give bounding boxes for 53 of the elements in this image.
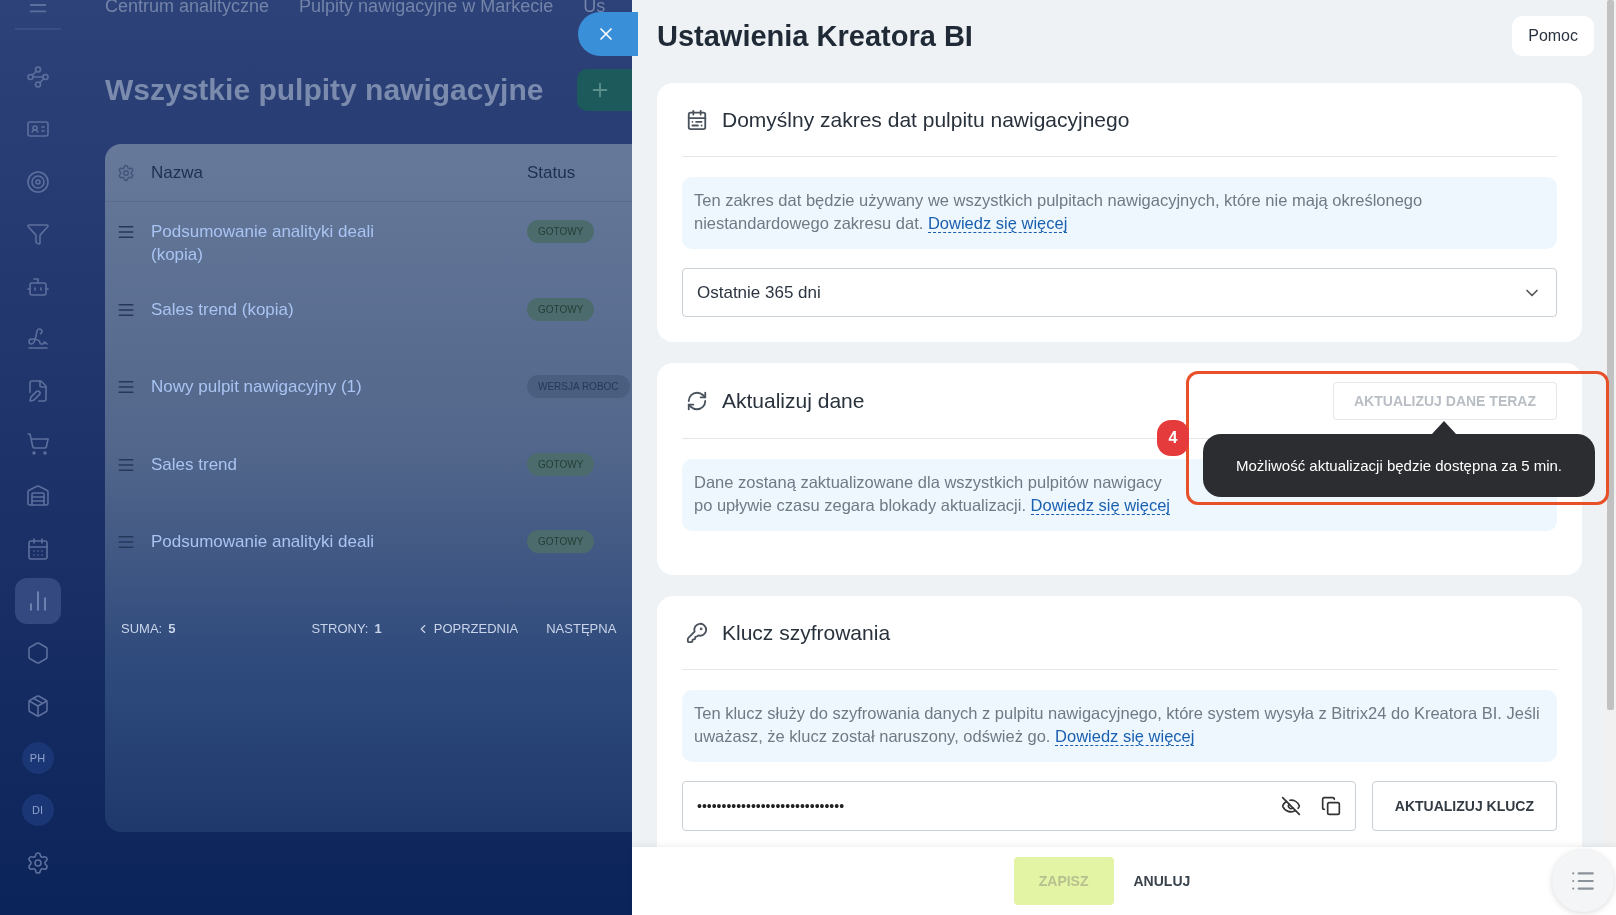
settings-icon[interactable]: [117, 163, 135, 182]
signature-icon: [25, 326, 50, 351]
breadcrumb-link[interactable]: Us: [583, 0, 606, 16]
date-range-select[interactable]: Ostatnie 365 dni: [682, 268, 1557, 317]
target-icon: [25, 169, 50, 194]
dashboard-link[interactable]: Nowy pulpit nawigacyjny (1): [151, 375, 401, 399]
pages-count: 1: [374, 621, 382, 637]
warehouse-icon: [25, 484, 50, 509]
section-title: Domyślny zakres dat pulpitu nawigacyjnego: [722, 107, 1131, 132]
dashboard-link[interactable]: Podsumowanie analityki deali: [151, 530, 401, 554]
previous-link[interactable]: POPRZEDNIA: [415, 621, 519, 637]
total-count: 5: [168, 621, 176, 637]
cancel-button[interactable]: ANULUJ: [1129, 873, 1195, 889]
refresh-icon: [686, 389, 708, 412]
add-button[interactable]: [577, 69, 632, 111]
next-link[interactable]: NASTĘPNA: [546, 621, 617, 637]
learn-more-link[interactable]: Dowiedz się więcej: [1030, 496, 1170, 515]
box-icon: [25, 693, 50, 718]
copy-icon[interactable]: [1320, 796, 1341, 816]
nodes-icon: [25, 65, 50, 89]
section-title: Aktualizuj dane: [722, 388, 866, 413]
funnel-icon: [25, 222, 50, 247]
tooltip: Możliwość aktualizacji będzie dostępna za 5 min.: [1203, 434, 1595, 497]
key-icon: [686, 621, 708, 644]
total-label: SUMA:: [121, 621, 163, 637]
drag-handle-icon[interactable]: [117, 223, 135, 241]
settings-icon: [25, 850, 50, 875]
sidebar-item[interactable]: [14, 577, 61, 624]
info-text: Ten zakres dat będzie używany we wszystkich pulpitach nawigacyjnych, które nie mają określonego niestandardowego zakresu dat. Dowiedz się więcej: [682, 177, 1557, 249]
close-button[interactable]: [578, 12, 638, 56]
update-key-button[interactable]: AKTUALIZUJ KLUCZ: [1371, 781, 1557, 831]
learn-more-link[interactable]: Dowiedz się więcej: [1055, 727, 1195, 746]
column-header[interactable]: Nazwa: [151, 162, 527, 183]
calendar-icon: [686, 108, 708, 131]
learn-more-link[interactable]: Dowiedz się więcej: [927, 214, 1068, 233]
info-text: Ten klucz służy do szyfrowania danych z pulpitu nawigacyjnego, które system wysyła z Bitrix24 do Kreatora BI. Jeśli uważasz, że klucz został naruszony, odśwież go. Dowiedz się więcej: [682, 690, 1557, 762]
annotation-badge: 4: [1157, 420, 1189, 456]
eye-slash-icon[interactable]: [1280, 796, 1301, 816]
panel-title: Ustawienia Kreatora BI: [657, 19, 973, 53]
calendar-icon: [25, 536, 50, 561]
dashboard-link[interactable]: Sales trend (kopia): [151, 297, 401, 321]
dashboard-link[interactable]: Podsumowanie analityki deali (kopia): [151, 220, 401, 266]
help-button[interactable]: Pomoc: [1512, 16, 1594, 56]
dashboard-link[interactable]: Sales trend: [151, 452, 401, 476]
pages-label: STRONY:: [311, 621, 369, 637]
hexagon-icon: [25, 641, 50, 666]
page-title: Wszystkie pulpity nawigacyjne: [105, 73, 544, 107]
cart-icon: [25, 431, 50, 456]
column-header[interactable]: Status: [527, 162, 576, 183]
avatar[interactable]: PH: [21, 742, 54, 775]
avatar[interactable]: DI: [21, 794, 54, 827]
section-title: Klucz szyfrowania: [722, 620, 892, 645]
key-field[interactable]: ••••••••••••••••••••••••••••••: [682, 781, 1356, 831]
